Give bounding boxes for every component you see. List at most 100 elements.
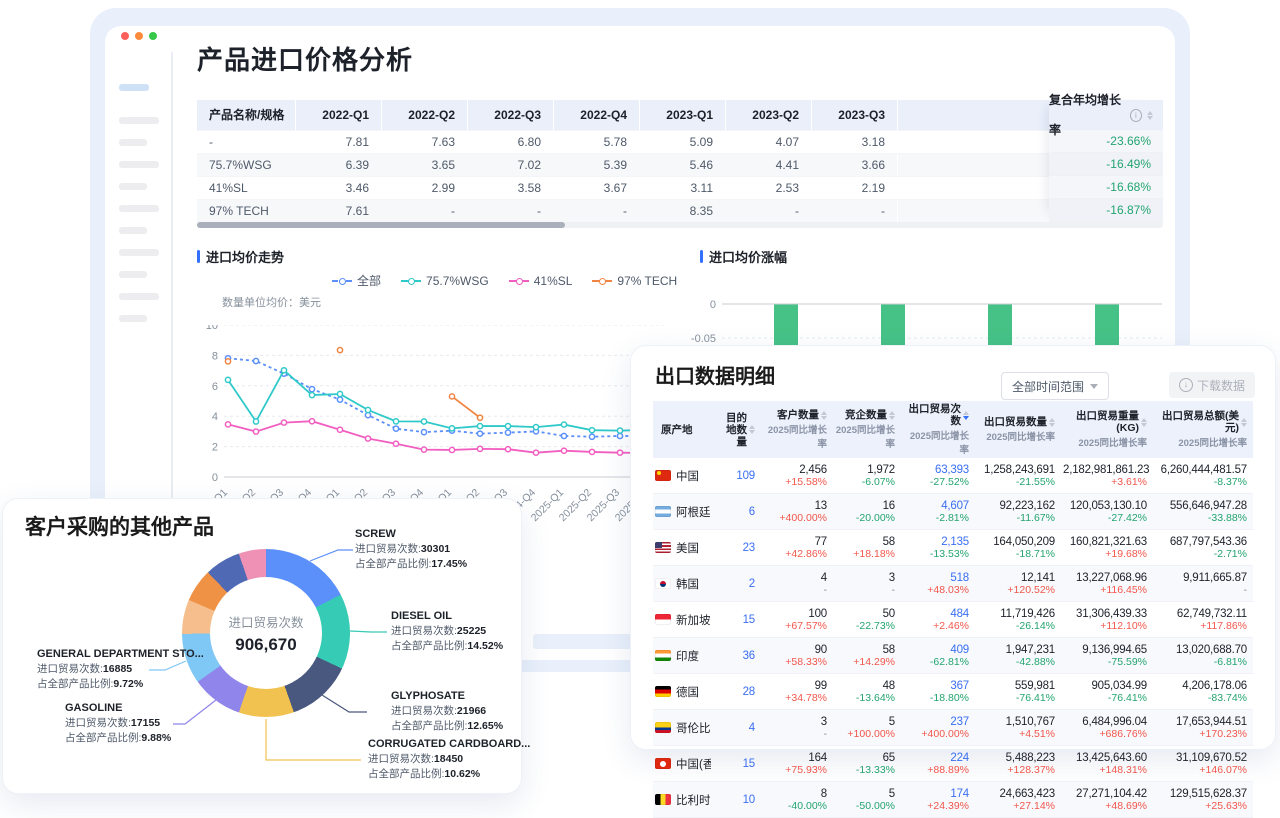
sidebar-skeleton-item — [119, 315, 147, 322]
destination-count-link[interactable]: 15 — [719, 614, 755, 626]
trade-count-link[interactable]: 174 — [903, 788, 969, 800]
trade-count-link[interactable]: 2,135 — [903, 536, 969, 548]
donut-label-name: GASOLINE — [65, 701, 171, 716]
legend-item-97-tech[interactable]: 97% TECH — [592, 274, 677, 288]
close-button[interactable] — [121, 32, 129, 40]
product-name-cell: 97% TECH — [197, 200, 295, 222]
destination-count-link[interactable]: 6 — [719, 506, 755, 518]
svg-text:4: 4 — [212, 411, 218, 423]
origin-cell: 新加坡 — [655, 612, 711, 628]
flag-icon-de — [655, 686, 671, 697]
sort-icon[interactable] — [889, 411, 895, 420]
trade-count-link[interactable]: 518 — [903, 572, 969, 584]
sidebar-skeleton-item — [119, 205, 159, 212]
trade-count-link[interactable]: 409 — [903, 644, 969, 656]
column-header[interactable]: 竞企数量2025同比增长率 — [833, 401, 901, 458]
yoy-percent: -2.71% — [1155, 548, 1247, 560]
minimize-button[interactable] — [135, 32, 143, 40]
table-row: 韩国24-3-518+48.03%12,141+120.52%13,227,06… — [653, 566, 1253, 602]
table-row: 新加坡15100+67.57%50-22.73%484+2.46%11,719,… — [653, 602, 1253, 638]
value-cell: 12,141 — [977, 572, 1055, 584]
sidebar-skeleton-item — [119, 117, 159, 124]
section-title-bar — [197, 250, 200, 263]
legend-marker — [592, 277, 612, 285]
horizontal-scrollbar-thumb[interactable] — [197, 222, 565, 228]
yoy-percent: +2.46% — [903, 620, 969, 632]
maximize-button[interactable] — [149, 32, 157, 40]
yoy-percent: -33.88% — [1155, 512, 1247, 524]
destination-count-link[interactable]: 4 — [719, 722, 755, 734]
price-cell: 3.11 — [639, 177, 725, 199]
sort-icon[interactable] — [1141, 418, 1147, 427]
value-cell: 559,981 — [977, 680, 1055, 692]
value-cell: 13 — [763, 500, 827, 512]
value-cell: 17,653,944.51 — [1155, 716, 1247, 728]
yoy-percent: -2.81% — [903, 512, 969, 524]
product-name-cell: - — [197, 131, 295, 153]
destination-count-link[interactable]: 23 — [719, 542, 755, 554]
trade-count-link[interactable]: 63,393 — [903, 464, 969, 476]
trade-count-link[interactable]: 237 — [903, 716, 969, 728]
sort-icon[interactable] — [963, 411, 969, 420]
column-header[interactable]: 出口贸易次数2025同比增长率 — [901, 401, 975, 458]
value-cell: 1,258,243,691 — [977, 464, 1055, 476]
yoy-percent: -27.52% — [903, 476, 969, 488]
value-cell: 77 — [763, 536, 827, 548]
sort-icon[interactable] — [1049, 418, 1055, 427]
destination-count-link[interactable]: 15 — [719, 758, 755, 770]
yoy-percent: +686.76% — [1063, 728, 1147, 740]
sidebar-item-active[interactable] — [119, 84, 149, 91]
info-icon[interactable]: i — [1130, 109, 1142, 122]
price-table-cagr-column: 复合年均增长率 i -23.66%-16.49%-16.68%-16.87% — [1049, 100, 1163, 218]
value-cell: 92,223,162 — [977, 500, 1055, 512]
column-header[interactable]: 出口贸易总额(美元)2025同比增长率 — [1153, 401, 1253, 458]
yoy-percent: -26.14% — [977, 620, 1055, 632]
trade-count-link[interactable]: 224 — [903, 752, 969, 764]
column-header[interactable]: 目的地数量 — [717, 401, 761, 458]
legend-item--[interactable]: 全部 — [332, 272, 381, 289]
empty-cell — [897, 177, 1042, 199]
cagr-column-header[interactable]: 复合年均增长率 i — [1049, 100, 1163, 130]
value-cell: 100 — [763, 608, 827, 620]
price-cell: - — [467, 200, 553, 222]
destination-count-link[interactable]: 109 — [719, 470, 755, 482]
trade-count-link[interactable]: 4,607 — [903, 500, 969, 512]
time-range-dropdown[interactable]: 全部时间范围 — [1001, 372, 1109, 400]
download-data-button[interactable]: ↓ 下载数据 — [1169, 372, 1255, 398]
price-cell: - — [381, 200, 467, 222]
sort-icon[interactable] — [1147, 111, 1153, 120]
trade-count-link[interactable]: 367 — [903, 680, 969, 692]
destination-count-link[interactable]: 10 — [719, 794, 755, 806]
column-header: 2023-Q3 — [811, 100, 897, 130]
legend-item-41-sl[interactable]: 41%SL — [509, 274, 573, 288]
yoy-percent: - — [835, 584, 895, 596]
value-cell: 120,053,130.10 — [1063, 500, 1147, 512]
trend-section-title: 进口均价走势 — [197, 247, 284, 266]
destination-count-link[interactable]: 36 — [719, 650, 755, 662]
destination-count-link[interactable]: 28 — [719, 686, 755, 698]
value-cell: 5 — [835, 788, 895, 800]
donut-center-text: 进口贸易次数 906,670 — [182, 612, 350, 655]
chevron-down-icon — [1090, 384, 1098, 389]
legend-marker — [332, 277, 352, 285]
destination-count-link[interactable]: 2 — [719, 578, 755, 590]
value-cell: 13,425,643.60 — [1063, 752, 1147, 764]
value-cell: 687,797,543.36 — [1155, 536, 1247, 548]
value-cell: 13,227,068.96 — [1063, 572, 1147, 584]
yoy-percent: - — [1155, 584, 1247, 596]
empty-cell — [897, 131, 1042, 153]
column-header[interactable]: 出口贸易数量2025同比增长率 — [975, 401, 1061, 458]
sort-icon[interactable] — [749, 425, 755, 434]
legend-item-75-7-wsg[interactable]: 75.7%WSG — [401, 274, 489, 288]
trade-count-link[interactable]: 484 — [903, 608, 969, 620]
price-cell: 5.09 — [639, 131, 725, 153]
column-header[interactable]: 客户数量2025同比增长率 — [761, 401, 833, 458]
value-cell: 8 — [763, 788, 827, 800]
sort-icon[interactable] — [1241, 418, 1247, 427]
price-table: 产品名称/规格2022-Q12022-Q22022-Q32022-Q42023-… — [197, 100, 1163, 223]
svg-text:0: 0 — [710, 299, 716, 311]
sort-icon[interactable] — [821, 411, 827, 420]
price-cell: 3.65 — [381, 154, 467, 176]
column-subheader: 2025同比增长率 — [1063, 435, 1147, 449]
column-header[interactable]: 出口贸易重量(KG)2025同比增长率 — [1061, 401, 1153, 458]
